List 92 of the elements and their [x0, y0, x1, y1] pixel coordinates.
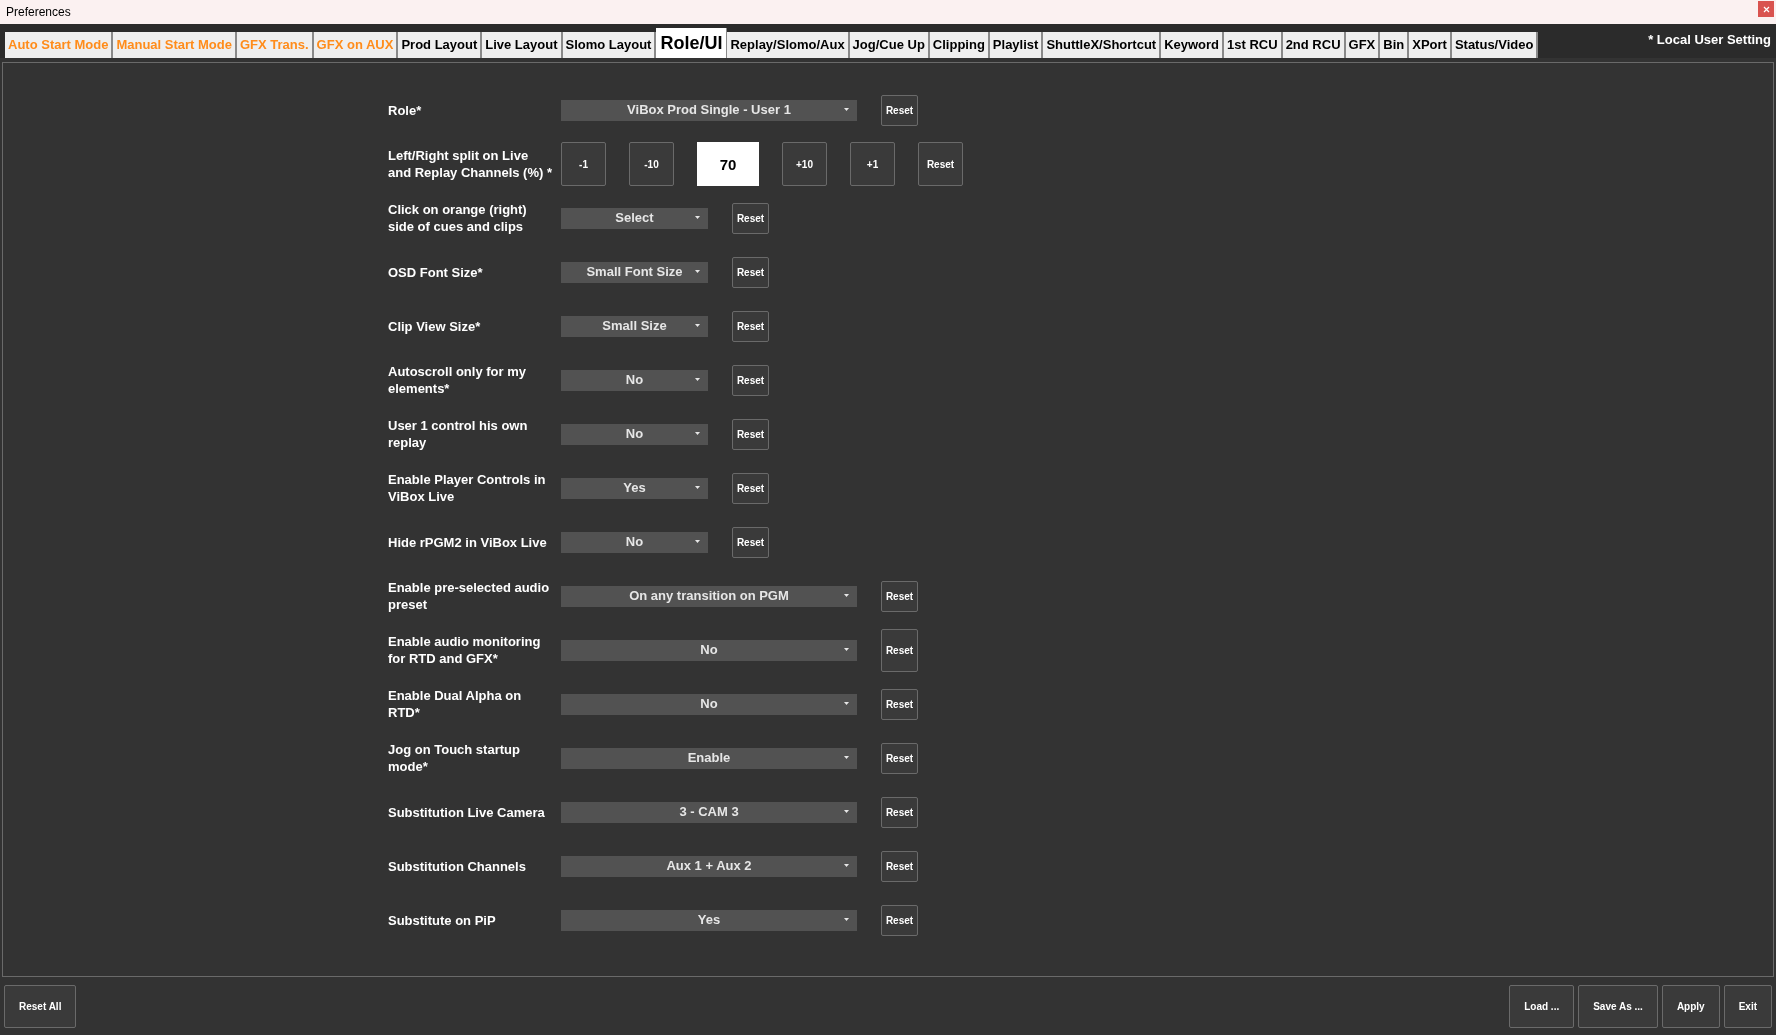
caret-icon: [695, 485, 700, 489]
dropdown[interactable]: Small Size: [561, 315, 708, 337]
dropdown[interactable]: Yes: [561, 909, 857, 931]
tab[interactable]: Clipping: [929, 32, 990, 58]
caret-icon: [695, 215, 700, 219]
caret-icon: [695, 269, 700, 273]
dropdown[interactable]: No: [561, 369, 708, 391]
reset-button[interactable]: Reset: [881, 742, 918, 774]
reset-button[interactable]: Reset: [732, 256, 769, 288]
reset-button[interactable]: Reset: [881, 580, 918, 612]
setting-label: OSD Font Size*: [388, 263, 484, 281]
caret-icon: [844, 863, 849, 867]
footer-button[interactable]: Apply: [1661, 984, 1720, 1028]
reset-button[interactable]: Reset: [732, 202, 769, 234]
caret-icon: [844, 107, 849, 111]
dropdown[interactable]: No: [561, 423, 708, 445]
reset-button[interactable]: Reset: [881, 796, 918, 828]
caret-icon: [695, 323, 700, 327]
setting-label: Enable Player Controls in ViBox Live: [388, 471, 547, 505]
dropdown[interactable]: Aux 1 + Aux 2: [561, 855, 857, 877]
legend-text: * Local User Setting: [1648, 31, 1771, 50]
step-button[interactable]: +1: [850, 142, 895, 186]
tab[interactable]: XPort: [1409, 32, 1452, 58]
tab[interactable]: GFX: [1345, 32, 1381, 58]
caret-icon: [844, 809, 849, 813]
dropdown[interactable]: On any transition on PGM: [561, 585, 857, 607]
reset-button[interactable]: Reset: [732, 418, 769, 450]
dropdown[interactable]: No: [561, 531, 708, 553]
tab[interactable]: Jog/Cue Up: [849, 32, 930, 58]
setting-label: User 1 control his own replay: [388, 417, 529, 451]
footer-button[interactable]: Save As ...: [1578, 984, 1658, 1028]
setting-label: Enable pre-selected audio preset: [388, 579, 551, 613]
footer-button[interactable]: Load ...: [1509, 984, 1575, 1028]
setting-label: Click on orange (right) side of cues and clips: [388, 201, 528, 235]
footer-button[interactable]: Exit: [1723, 984, 1772, 1028]
value-field[interactable]: 70: [697, 142, 759, 186]
setting-label: Substitution Live Camera: [388, 803, 546, 821]
tab[interactable]: ShuttleX/Shortcut: [1043, 32, 1162, 58]
reset-button[interactable]: Reset: [732, 364, 769, 396]
caret-icon: [844, 593, 849, 597]
tab[interactable]: Bin: [1380, 32, 1410, 58]
tab[interactable]: Status/Video: [1451, 32, 1539, 58]
window-title: Preferences: [5, 4, 71, 21]
setting-label: Autoscroll only for my elements*: [388, 363, 527, 397]
setting-label: Hide rPGM2 in ViBox Live: [388, 533, 548, 551]
tab[interactable]: 1st RCU: [1224, 32, 1283, 58]
dropdown[interactable]: Yes: [561, 477, 708, 499]
tab[interactable]: Slomo Layout: [562, 32, 657, 58]
setting-label: Substitute on PiP: [388, 911, 497, 929]
step-button[interactable]: -1: [561, 142, 606, 186]
caret-icon: [695, 539, 700, 543]
dropdown[interactable]: ViBox Prod Single - User 1: [561, 99, 857, 121]
reset-button[interactable]: Reset: [732, 472, 769, 504]
setting-label: Jog on Touch startup mode*: [388, 741, 521, 775]
setting-label: Enable audio monitoring for RTD and GFX*: [388, 633, 542, 667]
reset-button[interactable]: Reset: [732, 526, 769, 558]
reset-button[interactable]: Reset: [918, 142, 963, 186]
dropdown[interactable]: No: [561, 693, 857, 715]
tab[interactable]: Replay/Slomo/Aux: [727, 32, 850, 58]
dropdown[interactable]: Small Font Size: [561, 261, 708, 283]
dropdown[interactable]: 3 - CAM 3: [561, 801, 857, 823]
caret-icon: [695, 377, 700, 381]
tab[interactable]: Playlist: [989, 32, 1044, 58]
setting-label: Left/Right split on Live and Replay Channels (%) *: [388, 147, 553, 181]
dropdown[interactable]: Enable: [561, 747, 857, 769]
reset-button[interactable]: Reset: [881, 94, 918, 126]
caret-icon: [844, 917, 849, 921]
dropdown[interactable]: No: [561, 639, 857, 661]
step-button[interactable]: +10: [782, 142, 827, 186]
caret-icon: [844, 755, 849, 759]
tab[interactable]: Prod Layout: [398, 32, 483, 58]
reset-button[interactable]: Reset: [732, 310, 769, 342]
tab[interactable]: 2nd RCU: [1282, 32, 1346, 58]
caret-icon: [695, 431, 700, 435]
caret-icon: [844, 647, 849, 651]
tab[interactable]: Role/UI: [656, 28, 728, 58]
setting-label: Enable Dual Alpha on RTD*: [388, 687, 523, 721]
step-button[interactable]: -10: [629, 142, 674, 186]
setting-label: Substitution Channels: [388, 857, 527, 875]
close-icon: [1762, 5, 1770, 13]
tab[interactable]: Live Layout: [482, 32, 563, 58]
setting-label: Clip View Size*: [388, 317, 482, 335]
dropdown[interactable]: Select: [561, 207, 708, 229]
close-button[interactable]: [1758, 1, 1774, 17]
setting-label: Role*: [388, 101, 423, 119]
caret-icon: [844, 701, 849, 705]
reset-button[interactable]: Reset: [881, 850, 918, 882]
reset-button[interactable]: Reset: [881, 688, 918, 720]
reset-button[interactable]: Reset: [881, 904, 918, 936]
tab[interactable]: Keyword: [1161, 32, 1225, 58]
footer-button[interactable]: Reset All: [4, 984, 77, 1028]
reset-button[interactable]: Reset: [881, 628, 918, 672]
